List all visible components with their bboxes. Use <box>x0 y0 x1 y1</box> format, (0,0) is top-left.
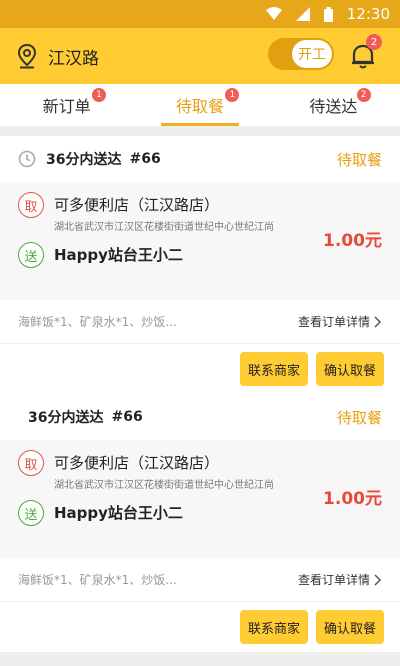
order-status: 待取餐 <box>336 408 382 427</box>
pickup-marker: 取 <box>18 192 44 218</box>
order-header: 36分内送达 #66 待取餐 <box>0 136 400 182</box>
view-order-detail-link[interactable]: 查看订单详情 <box>298 313 382 330</box>
delivery-marker: 送 <box>18 242 44 268</box>
order-items-row: 海鲜饭*1、矿泉水*1、炒饭... 查看订单详情 <box>0 300 400 344</box>
tab-label: 新订单 <box>42 97 91 116</box>
contact-merchant-button[interactable]: 联系商家 <box>240 352 309 386</box>
wifi-icon <box>265 7 282 20</box>
order-tabs: 新订单 1 待取餐 1 待送达 2 <box>0 84 400 126</box>
clock-icon <box>18 150 36 168</box>
work-toggle[interactable]: 开工 <box>268 38 334 70</box>
active-tab-indicator <box>160 123 239 126</box>
chevron-right-icon <box>374 315 382 328</box>
order-header: 36分内送达 #66 待取餐 <box>0 394 400 440</box>
order-price: 1.00元 <box>323 489 382 509</box>
shop-address: 湖北省武汉市江汉区花楼街街道世纪中心世纪江尚 <box>54 222 274 233</box>
customer-name: Happy站台王小二 <box>54 246 183 264</box>
shop-address: 湖北省武汉市江汉区花楼街街道世纪中心世纪江尚 <box>54 480 274 491</box>
order-route: 取 可多便利店（江汉路店） 湖北省武汉市江汉区花楼街街道世纪中心世纪江尚 1.0… <box>0 440 400 558</box>
delivery-time: 36分内送达 <box>46 152 122 168</box>
confirm-pickup-button[interactable]: 确认取餐 <box>316 352 385 386</box>
chevron-right-icon <box>374 573 382 586</box>
status-time: 12:30 <box>346 5 390 23</box>
order-route: 取 可多便利店（江汉路店） 湖北省武汉市江汉区花楼街街道世纪中心世纪江尚 1.0… <box>0 182 400 300</box>
tab-pending-pickup[interactable]: 待取餐 1 <box>133 84 266 126</box>
header: 江汉路 开工 2 <box>0 28 400 84</box>
order-actions: 联系商家 确认取餐 <box>0 602 400 652</box>
order-card[interactable]: 36分内送达 #66 待取餐 取 可多便利店（江汉路店） 湖北省武汉市江汉区花楼… <box>0 394 400 652</box>
delivery-marker: 送 <box>18 500 44 526</box>
order-price: 1.00元 <box>323 231 382 251</box>
tab-label: 待送达 <box>309 97 358 116</box>
contact-merchant-button[interactable]: 联系商家 <box>240 610 309 644</box>
signal-icon <box>295 7 310 21</box>
tab-new-orders[interactable]: 新订单 1 <box>0 84 133 126</box>
battery-icon <box>323 6 333 22</box>
order-items: 海鲜饭*1、矿泉水*1、炒饭... <box>18 315 177 329</box>
order-actions: 联系商家 确认取餐 <box>0 344 400 394</box>
tab-badge: 2 <box>356 88 371 102</box>
customer-name: Happy站台王小二 <box>54 504 183 522</box>
pickup-marker: 取 <box>18 450 44 476</box>
detail-label: 查看订单详情 <box>297 573 370 587</box>
shop-name: 可多便利店（江汉路店） <box>54 196 220 214</box>
order-status: 待取餐 <box>336 150 382 169</box>
order-items: 海鲜饭*1、矿泉水*1、炒饭... <box>18 573 177 587</box>
work-toggle-label: 开工 <box>292 40 332 68</box>
order-items-row: 海鲜饭*1、矿泉水*1、炒饭... 查看订单详情 <box>0 558 400 602</box>
tab-pending-delivery[interactable]: 待送达 2 <box>267 84 400 126</box>
tab-badge: 1 <box>92 88 106 102</box>
status-bar: 12:30 <box>0 0 400 28</box>
confirm-pickup-button[interactable]: 确认取餐 <box>316 610 385 644</box>
delivery-time: 36分内送达 <box>28 410 104 426</box>
detail-label: 查看订单详情 <box>297 315 370 329</box>
shop-name: 可多便利店（江汉路店） <box>54 454 220 472</box>
location-label[interactable]: 江汉路 <box>48 44 99 69</box>
location-pin-icon <box>17 43 37 69</box>
tab-label: 待取餐 <box>175 97 224 116</box>
order-number: #66 <box>129 151 161 167</box>
view-order-detail-link[interactable]: 查看订单详情 <box>298 571 382 588</box>
order-number: #66 <box>111 409 143 425</box>
tab-badge: 1 <box>225 88 240 102</box>
order-card[interactable]: 36分内送达 #66 待取餐 取 可多便利店（江汉路店） 湖北省武汉市江汉区花楼… <box>0 136 400 394</box>
notification-badge: 2 <box>366 34 382 50</box>
